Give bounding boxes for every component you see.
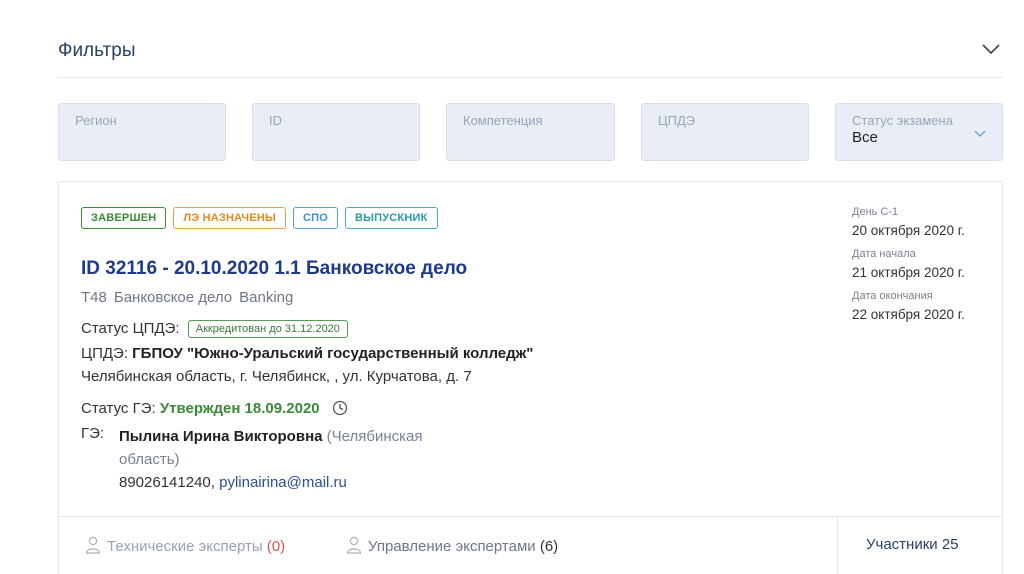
user-icon: [85, 536, 101, 554]
chevron-down-icon[interactable]: [974, 130, 986, 138]
filters-title: Фильтры: [58, 40, 136, 61]
footer-divider: [837, 517, 838, 574]
date-value-c1: 20 октября 2020 г.: [852, 223, 965, 238]
exam-title-link[interactable]: ID 32116 - 20.10.2020 1.1 Банковское дел…: [81, 258, 467, 280]
ge-label: ГЭ:: [81, 425, 105, 442]
exam-status-value: Все: [852, 129, 878, 146]
manage-experts-label: Управление экспертами: [368, 538, 536, 555]
manage-experts-button[interactable]: Управление экспертами (6): [346, 536, 558, 555]
cpde-line: ЦПДЭ: ГБПОУ "Южно-Уральский государствен…: [81, 345, 533, 362]
ge-status-line: Статус ГЭ: Утвержден 18.09.2020: [81, 400, 348, 417]
exam-status-select[interactable]: Статус экзамена Все: [835, 103, 1003, 161]
competence-placeholder: Компетенция: [463, 113, 543, 128]
id-placeholder: ID: [269, 113, 282, 128]
competence-filter[interactable]: Компетенция: [446, 103, 615, 161]
cpde-placeholder: ЦПДЭ: [658, 113, 696, 128]
competence-code: T48: [81, 289, 107, 306]
date-label-c1: День С-1: [852, 206, 899, 218]
cpde-filter[interactable]: ЦПДЭ: [641, 103, 809, 161]
chevron-down-icon[interactable]: [982, 43, 1000, 55]
exam-card: ЗАВЕРШЕН ЛЭ НАЗНАЧЕНЫ СПО ВЫПУСКНИК ID 3…: [58, 181, 1003, 574]
status-badge-graduate: ВЫПУСКНИК: [345, 207, 438, 229]
region-placeholder: Регион: [75, 113, 117, 128]
date-label-start: Дата начала: [852, 248, 916, 260]
badge-row: ЗАВЕРШЕН ЛЭ НАЗНАЧЕНЫ СПО ВЫПУСКНИК: [81, 207, 438, 229]
ge-name: Пылина Ирина Викторовна: [119, 428, 323, 445]
clock-icon[interactable]: [332, 400, 348, 416]
competence-line: T48 Банковское дело Banking: [81, 289, 300, 306]
date-label-end: Дата окончания: [852, 290, 933, 302]
cpde-status-label: Статус ЦПДЭ:: [81, 320, 180, 337]
ge-phone: 89026141240,: [119, 474, 215, 491]
status-badge-completed: ЗАВЕРШЕН: [81, 207, 167, 229]
status-badge-experts-assigned: ЛЭ НАЗНАЧЕНЫ: [173, 207, 286, 229]
id-filter[interactable]: ID: [252, 103, 420, 161]
cpde-status-line: Статус ЦПДЭ: Аккредитован до 31.12.2020: [81, 320, 348, 338]
accreditation-badge: Аккредитован до 31.12.2020: [187, 320, 348, 338]
dates-column: День С-1 20 октября 2020 г. Дата начала …: [852, 206, 982, 332]
tech-experts-button[interactable]: Технические эксперты (0): [85, 536, 285, 555]
cpde-name: ГБПОУ "Южно-Уральский государственный ко…: [132, 345, 534, 362]
exam-status-placeholder: Статус экзамена: [852, 113, 953, 128]
tech-experts-count: (0): [266, 538, 286, 555]
user-icon: [346, 536, 362, 554]
region-filter[interactable]: Регион: [58, 103, 226, 161]
ge-email-link[interactable]: pylinairina@mail.ru: [219, 474, 347, 491]
tech-experts-label: Технические эксперты: [107, 538, 263, 555]
address: Челябинская область, г. Челябинск, , ул.…: [81, 368, 472, 385]
cpde-label: ЦПДЭ:: [81, 345, 128, 362]
participants-button[interactable]: Участники 25: [866, 536, 959, 553]
ge-status-value: Утвержден 18.09.2020: [159, 400, 320, 417]
competence-name-ru: Банковское дело: [113, 289, 233, 306]
date-value-end: 22 октября 2020 г.: [852, 307, 965, 322]
status-badge-spo: СПО: [293, 207, 339, 229]
card-footer: Технические эксперты (0) Управление эксп…: [59, 516, 1002, 574]
manage-experts-count: (6): [539, 538, 559, 555]
date-value-start: 21 октября 2020 г.: [852, 265, 965, 280]
ge-info: Пылина Ирина Викторовна (Челябинская обл…: [119, 425, 479, 494]
filters-header[interactable]: Фильтры: [58, 30, 1004, 78]
ge-status-label: Статус ГЭ:: [81, 400, 156, 417]
competence-name-en: Banking: [239, 289, 294, 306]
